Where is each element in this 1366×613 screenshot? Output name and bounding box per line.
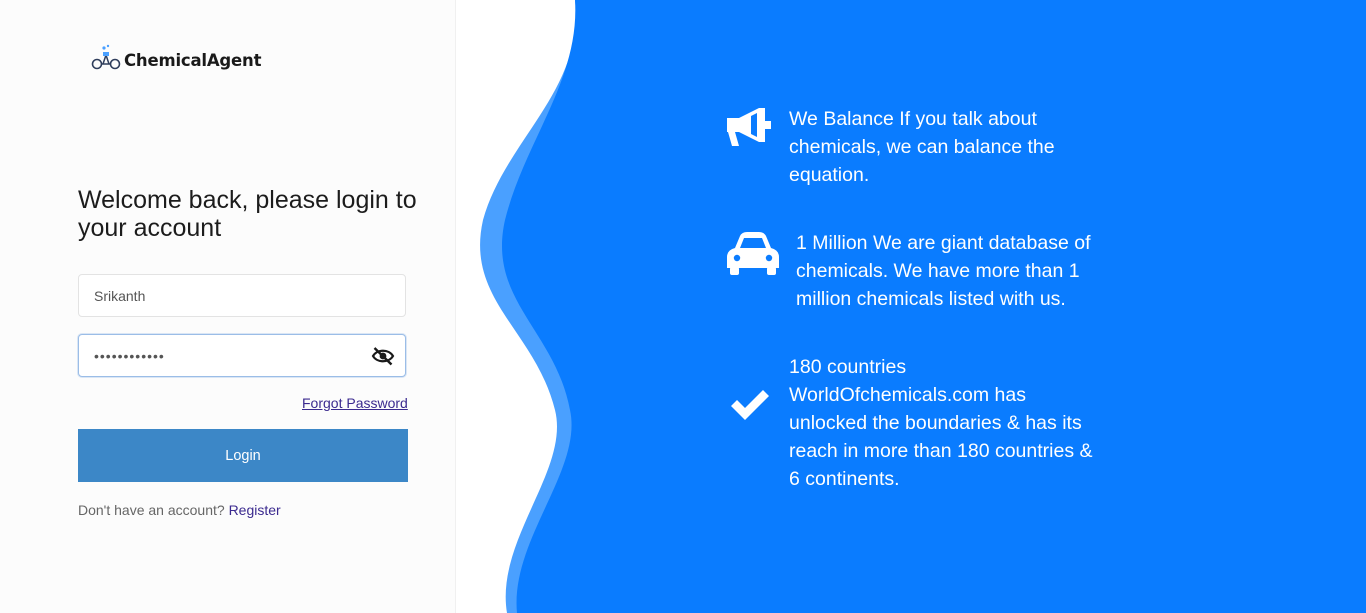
car-icon [727,232,779,275]
login-panel: ChemicalAgent Welcome back, please login… [0,0,456,613]
welcome-heading: Welcome back, please login to your accou… [78,186,417,242]
login-button[interactable]: Login [78,429,408,482]
password-input[interactable] [79,335,405,376]
feature-item-balance: We Balance If you talk about chemicals, … [789,108,1055,186]
username-input[interactable] [79,275,405,316]
register-prompt: Don't have an account? Register [78,502,281,518]
brand-logo[interactable]: ChemicalAgent [90,44,261,70]
brand-name: ChemicalAgent [124,50,262,70]
feature-item-countries: 180 countries WorldOfchemicals.com has u… [789,356,1093,490]
chemical-flask-icon [91,44,121,70]
forgot-password-link[interactable]: Forgot Password [302,395,408,411]
checkmark-icon [731,390,769,420]
username-field[interactable] [78,274,406,317]
megaphone-icon [727,108,771,146]
features-panel: We Balance If you talk about chemicals, … [455,0,1366,613]
register-link[interactable]: Register [229,502,281,518]
password-field[interactable] [78,334,406,377]
no-account-text: Don't have an account? [78,502,225,518]
feature-item-million: 1 Million We are giant database of chemi… [796,232,1091,310]
eye-off-icon[interactable] [371,346,395,366]
